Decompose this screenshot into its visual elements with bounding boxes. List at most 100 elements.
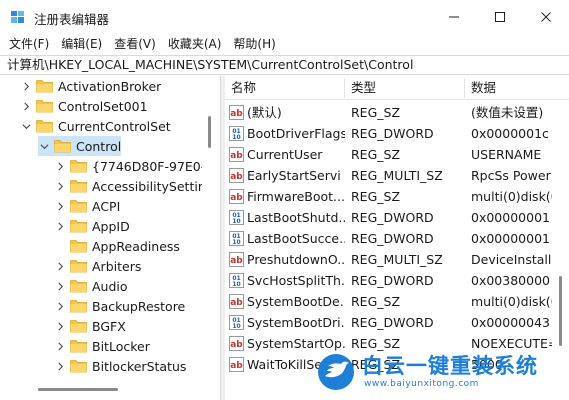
binary-value-icon: 0110 — [229, 315, 244, 330]
tree-node[interactable]: ACPI — [54, 196, 120, 216]
chevron-right-icon[interactable] — [54, 180, 66, 192]
tree-node[interactable]: Audio — [54, 276, 128, 296]
folder-icon — [70, 340, 87, 353]
tree-node[interactable]: BitlockerStatus — [54, 356, 186, 376]
chevron-right-icon[interactable] — [20, 80, 32, 92]
tree-node-label: BackupRestore — [92, 298, 186, 314]
menu-file[interactable]: 文件(F) — [0, 34, 55, 54]
value-row[interactable]: 01 10 LastBootShutd... REG_DWORD 0x00000001 … — [225, 207, 569, 228]
value-name: LastBootSucce... — [247, 231, 345, 246]
minimize-button[interactable] — [431, 0, 477, 34]
tree-node-label: ActivationBroker — [58, 78, 162, 94]
binary-value-icon: 0110 — [229, 210, 244, 225]
folder-icon — [70, 320, 87, 333]
value-row[interactable]: ab FirmwareBoot... REG_SZ multi(0)disk(0)rd — [225, 186, 569, 207]
tree-node-label: AppReadiness — [92, 238, 180, 254]
value-name: EarlyStartServi — [247, 168, 341, 183]
menu-favorites[interactable]: 收藏夹(A) — [162, 34, 228, 54]
svg-text:10: 10 — [232, 134, 240, 141]
column-type-header[interactable]: 类型 — [345, 76, 376, 100]
tree-node[interactable]: CurrentControlSet — [20, 116, 171, 136]
tree-scroll-thumb[interactable] — [208, 116, 211, 148]
value-row[interactable]: 01 10 SystemBootDri... REG_DWORD 0x00000043 … — [225, 312, 569, 333]
folder-icon — [70, 200, 87, 213]
string-value-icon: ab — [229, 336, 244, 351]
value-row[interactable]: 01 10 SvcHostSplitTh... REG_DWORD 0x00380000… — [225, 270, 569, 291]
tree-node-label: Audio — [92, 278, 128, 294]
chevron-right-icon[interactable] — [54, 160, 66, 172]
svg-text:ab: ab — [230, 172, 243, 182]
tree-node-label: BGFX — [92, 318, 126, 334]
chevron-right-icon[interactable] — [54, 200, 66, 212]
binary-value-icon: 0110 — [229, 273, 244, 288]
chevron-down-icon[interactable] — [20, 120, 32, 132]
value-type: REG_SZ — [351, 189, 401, 204]
close-button[interactable] — [523, 0, 569, 34]
svg-text:ab: ab — [230, 256, 243, 266]
address-bar[interactable]: 计算机\HKEY_LOCAL_MACHINE\SYSTEM\CurrentCon… — [0, 55, 569, 75]
value-name: (默认) — [247, 105, 282, 120]
bird-logo-icon — [318, 354, 354, 390]
tree-node[interactable]: AppReadiness — [54, 236, 180, 256]
menu-view[interactable]: 查看(V) — [108, 34, 162, 54]
tree-vertical-scrollbar[interactable] — [202, 76, 220, 380]
chevron-right-icon[interactable] — [54, 220, 66, 232]
tree-hscroll-thumb[interactable] — [38, 388, 118, 391]
value-row[interactable]: 01 10 BootDriverFlags REG_DWORD 0x0000001c (… — [225, 123, 569, 144]
chevron-right-icon[interactable] — [54, 280, 66, 292]
value-name: PreshutdownO... — [247, 252, 345, 267]
tree-node-label: ControlSet001 — [58, 98, 148, 114]
string-value-icon: ab — [229, 105, 244, 120]
value-row[interactable]: ab (默认) REG_SZ (数值未设置) — [225, 102, 569, 123]
tree-node[interactable]: AppID — [54, 216, 130, 236]
column-name-header[interactable]: 名称 — [225, 76, 256, 100]
tree-node[interactable]: AccessibilitySetting — [54, 176, 214, 196]
menu-edit[interactable]: 编辑(E) — [55, 34, 108, 54]
svg-text:10: 10 — [232, 323, 240, 330]
chevron-right-icon[interactable] — [20, 100, 32, 112]
chevron-right-icon[interactable] — [54, 320, 66, 332]
value-row[interactable]: ab EarlyStartServi REG_MULTI_SZ RpcSs Power… — [225, 165, 569, 186]
folder-icon — [70, 360, 87, 373]
maximize-button[interactable] — [477, 0, 523, 34]
string-value-icon: ab — [229, 168, 244, 183]
value-row[interactable]: ab SystemBootDe... REG_SZ multi(0)disk(0)rd — [225, 291, 569, 312]
tree-node[interactable]: Control — [38, 136, 122, 156]
tree-node-label: AppID — [92, 218, 130, 234]
menu-help[interactable]: 帮助(H) — [227, 34, 281, 54]
value-row[interactable]: 01 10 LastBootSucce... REG_DWORD 0x00000001 … — [225, 228, 569, 249]
tree-node[interactable]: Arbiters — [54, 256, 141, 276]
binary-value-icon: 0110 — [229, 231, 244, 246]
value-name: SystemBootDri... — [247, 315, 345, 330]
tree-node[interactable]: {7746D80F-97E0-4E — [54, 156, 220, 176]
value-name: BootDriverFlags — [247, 126, 345, 141]
folder-icon — [54, 140, 71, 153]
value-type: REG_SZ — [351, 147, 401, 162]
list-scroll-thumb[interactable] — [559, 276, 562, 346]
tree-node[interactable]: ActivationBroker — [20, 76, 161, 96]
value-type: REG_DWORD — [351, 273, 434, 288]
tree-node-label: Control — [76, 138, 122, 154]
string-value-icon: ab — [229, 189, 244, 204]
chevron-right-icon[interactable] — [54, 360, 66, 372]
value-row[interactable]: ab PreshutdownO... REG_MULTI_SZ DeviceInsta… — [225, 249, 569, 270]
svg-text:ab: ab — [230, 151, 243, 161]
tree-node[interactable]: ControlSet001 — [20, 96, 148, 116]
maximize-icon — [495, 12, 505, 22]
tree-node[interactable]: BitLocker — [54, 336, 150, 356]
list-vertical-scrollbar[interactable] — [552, 100, 569, 380]
watermark: 白云一键重装系统 www.baiyunxitong.com — [316, 350, 566, 398]
tree-horizontal-scrollbar[interactable] — [0, 380, 220, 400]
chevron-down-icon[interactable] — [38, 140, 50, 152]
value-row[interactable]: ab CurrentUser REG_SZ USERNAME — [225, 144, 569, 165]
chevron-right-icon[interactable] — [54, 300, 66, 312]
column-data-header[interactable]: 数据 — [465, 76, 496, 100]
value-type: REG_DWORD — [351, 315, 434, 330]
tree-node[interactable]: BackupRestore — [54, 296, 185, 316]
value-name: FirmwareBoot... — [247, 189, 345, 204]
title-bar: 注册表编辑器 — [0, 0, 569, 34]
chevron-right-icon[interactable] — [54, 260, 66, 272]
string-value-icon: ab — [229, 294, 244, 309]
tree-node[interactable]: BGFX — [54, 316, 126, 336]
chevron-right-icon[interactable] — [54, 340, 66, 352]
